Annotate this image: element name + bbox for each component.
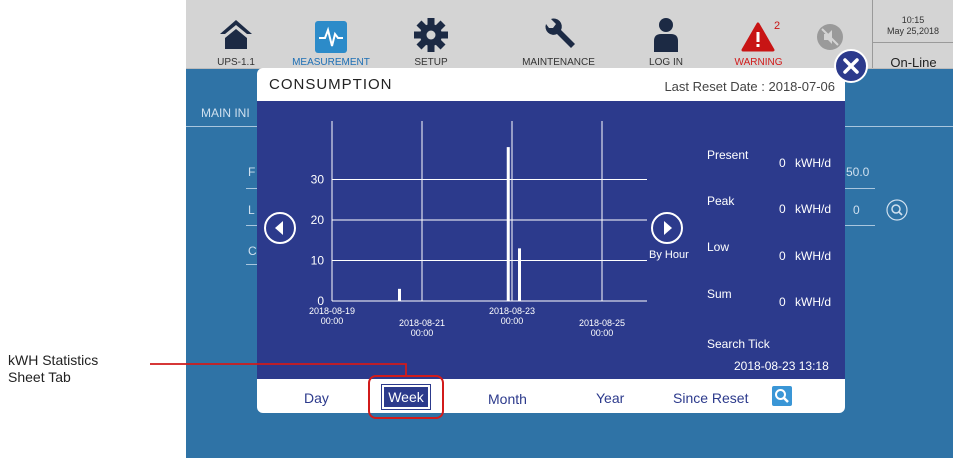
gear-icon bbox=[414, 18, 448, 52]
low-value: 0 bbox=[779, 249, 786, 263]
callout-line-2: Sheet Tab bbox=[8, 369, 71, 385]
section-label: MAIN INI bbox=[201, 106, 250, 120]
nav-label-ups: UPS-1.1 bbox=[217, 57, 255, 68]
nav-label-login: LOG IN bbox=[649, 57, 683, 68]
warning-badge: 2 bbox=[774, 20, 781, 32]
nav-label-measurement: MEASUREMENT bbox=[292, 57, 370, 68]
y-tick-label: 20 bbox=[311, 213, 325, 227]
nav-item-home[interactable]: UPS-1.1 bbox=[206, 0, 266, 68]
peak-unit: kWH/d bbox=[795, 202, 831, 216]
since-reset-search-button[interactable] bbox=[772, 386, 792, 406]
chart-bar bbox=[506, 147, 510, 301]
nav-item-measurement[interactable]: MEASUREMENT bbox=[286, 0, 376, 68]
x-tick-time: 00:00 bbox=[411, 328, 434, 338]
wrench-icon bbox=[545, 18, 575, 48]
chevron-right-icon bbox=[664, 221, 672, 235]
callout-line-1: kWH Statistics bbox=[8, 352, 99, 368]
search-tick-label: Search Tick bbox=[707, 337, 770, 351]
low-unit: kWH/d bbox=[795, 249, 831, 263]
waveform-icon bbox=[315, 21, 347, 53]
user-icon bbox=[654, 18, 678, 52]
low-label: Low bbox=[707, 240, 730, 254]
value-right: 50.0 bbox=[846, 165, 870, 179]
speaker-mute-icon bbox=[817, 24, 843, 50]
callout-highlight bbox=[368, 375, 444, 419]
warning-icon bbox=[741, 22, 775, 52]
present-label: Present bbox=[707, 148, 749, 162]
x-tick-time: 00:00 bbox=[321, 316, 344, 326]
tab-since-reset[interactable]: Since Reset bbox=[673, 390, 748, 406]
chart-panel: 0 10 20 30 2018-08-19 00:00 2018-08-21 00:00 201… bbox=[257, 101, 845, 379]
x-tick-time: 00:00 bbox=[501, 316, 524, 326]
x-tick-time: 00:00 bbox=[591, 328, 614, 338]
y-tick-label: 30 bbox=[311, 173, 325, 187]
dialog-title: CONSUMPTION bbox=[269, 76, 393, 93]
nav-item-login[interactable]: LOG IN bbox=[636, 0, 696, 68]
row-letter-3: C bbox=[248, 244, 257, 258]
row-letter-2: L bbox=[248, 203, 255, 217]
close-button[interactable] bbox=[834, 49, 868, 83]
tab-year[interactable]: Year bbox=[596, 390, 624, 406]
nav-item-maintenance[interactable]: MAINTENANCE bbox=[511, 0, 606, 68]
close-icon bbox=[843, 58, 859, 74]
row-letter-1: F bbox=[248, 165, 256, 179]
search-tick-value: 2018-08-23 13:18 bbox=[734, 359, 829, 373]
sum-value: 0 bbox=[779, 295, 786, 309]
chart-bar bbox=[518, 248, 521, 301]
tab-month[interactable]: Month bbox=[488, 391, 527, 407]
chart-bar bbox=[398, 288, 401, 301]
nav-label-warning: WARNING bbox=[734, 57, 783, 68]
peak-value: 0 bbox=[779, 202, 786, 216]
peak-label: Peak bbox=[707, 194, 735, 208]
x-tick-date: 2018-08-23 bbox=[489, 306, 535, 316]
nav-item-setup[interactable]: SETUP bbox=[396, 0, 466, 68]
x-tick-date: 2018-08-25 bbox=[579, 318, 625, 328]
previous-arrow-button[interactable] bbox=[263, 211, 297, 245]
divider bbox=[845, 188, 875, 189]
y-tick-label: 10 bbox=[311, 254, 325, 268]
x-tick-date: 2018-08-21 bbox=[399, 318, 445, 328]
present-value: 0 bbox=[779, 156, 786, 170]
status-online: On-Line bbox=[872, 43, 953, 70]
divider bbox=[845, 225, 875, 226]
value-zero: 0 bbox=[853, 203, 860, 217]
sum-label: Sum bbox=[707, 287, 732, 301]
magnifier-icon[interactable] bbox=[886, 199, 908, 221]
tab-day[interactable]: Day bbox=[304, 390, 329, 406]
present-unit: kWH/d bbox=[795, 156, 831, 170]
sum-unit: kWH/d bbox=[795, 295, 831, 309]
home-icon bbox=[220, 20, 252, 49]
clock-date: May 25,2018 bbox=[886, 26, 940, 36]
mute-button[interactable] bbox=[816, 23, 844, 51]
nav-item-warning[interactable]: 2 WARNING bbox=[721, 0, 796, 68]
nav-label-maintenance: MAINTENANCE bbox=[522, 57, 595, 68]
clock-time: 10:15 bbox=[901, 15, 925, 25]
nav-label-setup: SETUP bbox=[414, 57, 448, 68]
by-hour-label: By Hour bbox=[649, 249, 689, 261]
chevron-left-icon bbox=[275, 221, 283, 235]
callout-label: kWH Statistics Sheet Tab bbox=[8, 352, 98, 386]
last-reset-date: Last Reset Date : 2018-07-06 bbox=[664, 79, 835, 94]
clock: 10:15 May 25,2018 bbox=[872, 0, 953, 43]
consumption-dialog: CONSUMPTION Last Reset Date : 2018-07-06… bbox=[257, 68, 845, 413]
x-tick-date: 2018-08-19 bbox=[309, 306, 355, 316]
next-arrow-button[interactable] bbox=[650, 211, 684, 245]
